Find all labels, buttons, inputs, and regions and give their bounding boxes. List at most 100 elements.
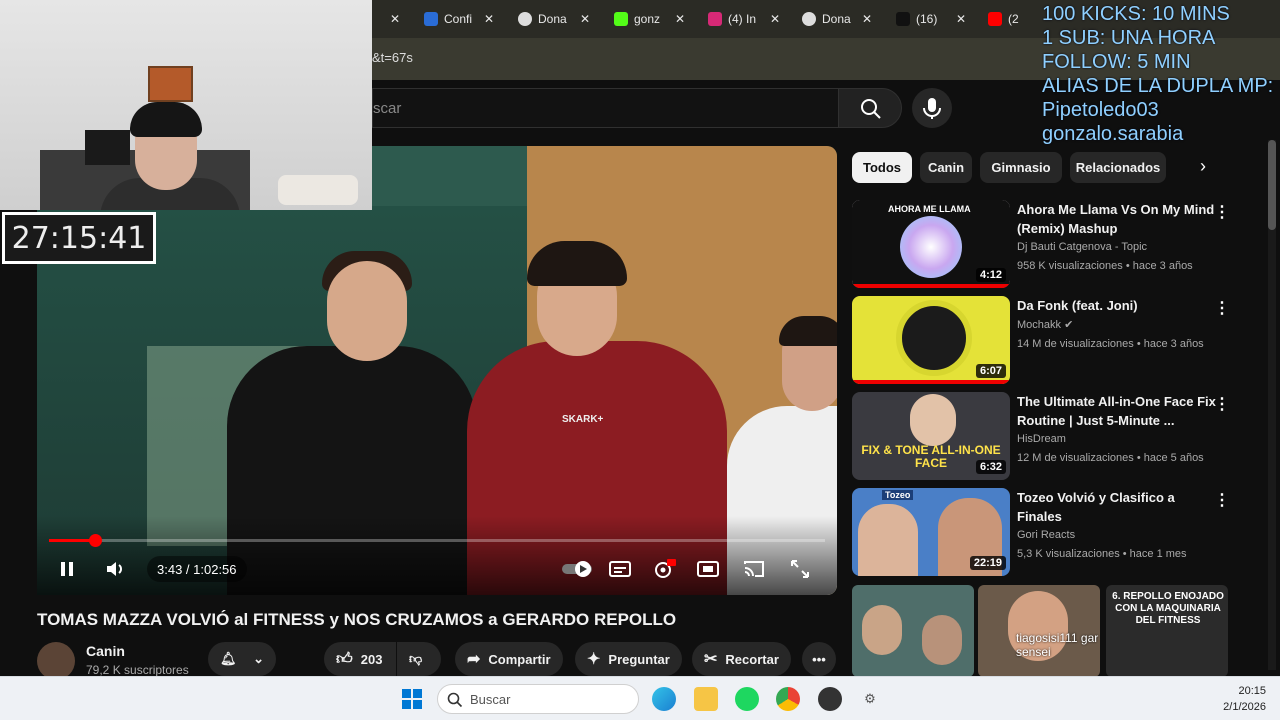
windows-taskbar: Buscar ⚙ 20:15 2/1/2026 (0, 676, 1280, 720)
clip-button[interactable]: ✂ Recortar (692, 642, 791, 676)
settings-gear-icon[interactable]: ⚙ (858, 687, 882, 711)
video-duration: 6:32 (975, 460, 1006, 474)
recommended-channel[interactable]: Gori Reacts (1017, 529, 1075, 541)
video-thumbnail[interactable]: 6:07 (852, 296, 1010, 384)
spotify-icon[interactable] (735, 687, 759, 711)
tab-close-icon[interactable]: ✕ (862, 8, 872, 30)
video-player[interactable]: SKARK+ 3:43 / 1:02:56 (37, 146, 837, 595)
chip-todos[interactable]: Todos (852, 152, 912, 183)
subtitles-button[interactable] (605, 556, 635, 582)
progress-bar[interactable] (49, 534, 825, 547)
channel-name[interactable]: Canin (86, 643, 125, 659)
edge-icon (802, 12, 816, 26)
chevron-right-icon[interactable]: › (1200, 156, 1206, 177)
windows-start-button[interactable] (400, 687, 424, 711)
short-overlay-text: tiagosisi111 gar sensei (1016, 631, 1099, 659)
browser-tab[interactable]: Confi (424, 8, 472, 30)
video-thumbnail[interactable]: Tozeo 22:19 (852, 488, 1010, 576)
search-input[interactable]: scar (372, 88, 838, 128)
share-icon: ➦ (467, 651, 481, 668)
recommended-channel[interactable]: Mochakk ✔ (1017, 318, 1073, 331)
page-scrollbar[interactable] (1268, 140, 1276, 670)
system-clock[interactable]: 20:15 2/1/2026 (1223, 683, 1266, 715)
recommended-channel[interactable]: HisDream (1017, 433, 1066, 445)
browser-tab[interactable]: Dona (518, 8, 567, 30)
volume-button[interactable] (101, 556, 131, 582)
recommended-video[interactable]: AHORA ME LLAMA 4:12 Ahora Me Llama Vs On… (852, 200, 1232, 292)
recommended-video[interactable]: Tozeo 22:19 Tozeo Volvió y Clasifico a F… (852, 488, 1232, 580)
tab-close-icon[interactable]: ✕ (390, 8, 400, 30)
search-button[interactable] (838, 88, 902, 128)
recommended-video[interactable]: FIX & TONE ALL-IN-ONE FACE 6:32 The Ulti… (852, 392, 1232, 484)
share-button[interactable]: ➦ Compartir (455, 642, 563, 676)
tab-close-icon[interactable]: ✕ (770, 8, 780, 30)
fullscreen-button[interactable] (785, 556, 815, 582)
browser-tab[interactable]: (16) (896, 8, 937, 30)
tab-close-icon[interactable]: ✕ (956, 8, 966, 30)
chip-relacionados[interactable]: Relacionados (1070, 152, 1166, 183)
windows-logo-icon (402, 689, 422, 709)
dislike-button[interactable]: 👎︎ (397, 642, 441, 676)
more-actions-button[interactable]: ••• (802, 642, 836, 676)
obs-icon[interactable] (818, 687, 842, 711)
autoplay-icon (562, 561, 592, 577)
autoplay-toggle[interactable] (559, 556, 595, 582)
recommended-title[interactable]: Da Fonk (feat. Joni) (1017, 296, 1217, 315)
video-thumbnail[interactable]: FIX & TONE ALL-IN-ONE FACE 6:32 (852, 392, 1010, 480)
webcam-wall-painting (148, 66, 193, 102)
tab-close-icon[interactable]: ✕ (484, 8, 494, 30)
recommended-title[interactable]: Tozeo Volvió y Clasifico a Finales (1017, 488, 1217, 526)
like-button[interactable]: 👍︎ 203 (324, 642, 396, 676)
browser-tab[interactable]: gonz (614, 8, 660, 30)
recommended-meta: 5,3 K visualizaciones • hace 1 mes (1017, 548, 1187, 560)
browser-tab-active[interactable]: (2 (988, 8, 1019, 30)
short-thumbnail[interactable]: tiagosisi111 gar sensei (978, 585, 1100, 677)
pause-icon (61, 562, 73, 576)
recommended-meta: 12 M de visualizaciones • hace 5 años (1017, 452, 1204, 464)
chip-gimnasio[interactable]: Gimnasio (980, 152, 1062, 183)
ask-button[interactable]: ✦ Preguntar (575, 642, 682, 676)
more-vertical-icon[interactable]: ⋮ (1214, 202, 1230, 222)
recommended-video[interactable]: 6:07 Da Fonk (feat. Joni) Mochakk ✔ 14 M… (852, 296, 1232, 388)
url-text[interactable]: &t=67s (372, 50, 413, 65)
search-icon (861, 99, 881, 119)
file-explorer-icon[interactable] (694, 687, 718, 711)
tab-close-icon[interactable]: ✕ (580, 8, 590, 30)
short-thumbnail[interactable] (852, 585, 974, 677)
taskbar-search-input[interactable]: Buscar (437, 684, 639, 714)
goal-line: 1 SUB: UNA HORA (1042, 27, 1216, 49)
more-vertical-icon[interactable]: ⋮ (1214, 394, 1230, 414)
browser-tab[interactable]: Dona (802, 8, 851, 30)
pause-button[interactable] (52, 556, 82, 582)
channel-avatar[interactable] (37, 642, 75, 680)
recommended-meta: 958 K visualizaciones • hace 3 años (1017, 260, 1193, 272)
webcam-monitor (85, 130, 130, 165)
scrollbar-thumb[interactable] (1268, 140, 1276, 230)
miniplayer-button[interactable] (693, 556, 723, 582)
recommended-title[interactable]: The Ultimate All-in-One Face Fix Routine… (1017, 392, 1217, 430)
video-thumbnail[interactable]: AHORA ME LLAMA 4:12 (852, 200, 1010, 288)
recommended-channel[interactable]: Dj Bauti Catgenova - Topic (1017, 241, 1147, 253)
thumbnail-art (900, 216, 962, 278)
scrubber-handle[interactable] (88, 534, 102, 547)
chip-canin[interactable]: Canin (920, 152, 972, 183)
scissors-icon: ✂ (704, 651, 718, 668)
subscription-bell-button[interactable]: 🔔︎ ⌄ (208, 642, 276, 676)
recommended-title[interactable]: Ahora Me Llama Vs On My Mind (Remix) Mas… (1017, 200, 1217, 238)
more-vertical-icon[interactable]: ⋮ (1214, 298, 1230, 318)
chrome-icon[interactable] (776, 687, 800, 711)
short-thumbnail[interactable]: 6. REPOLLO ENOJADO CON LA MAQUINARIA DEL… (1106, 585, 1228, 677)
video-duration: 6:07 (975, 364, 1006, 378)
tab-close-icon[interactable]: ✕ (675, 8, 685, 30)
settings-button[interactable] (649, 556, 679, 582)
taskbar-search-placeholder: Buscar (470, 692, 511, 707)
goal-line: gonzalo.sarabia (1042, 123, 1184, 145)
tiktok-icon (896, 12, 910, 26)
edge-icon[interactable] (652, 687, 676, 711)
voice-search-button[interactable] (912, 88, 952, 128)
shirt-logo: SKARK+ (562, 414, 604, 425)
cast-button[interactable] (739, 556, 769, 582)
browser-tab[interactable]: (4) In (708, 8, 756, 30)
more-vertical-icon[interactable]: ⋮ (1214, 490, 1230, 510)
verified-icon: ✔ (1064, 319, 1074, 331)
